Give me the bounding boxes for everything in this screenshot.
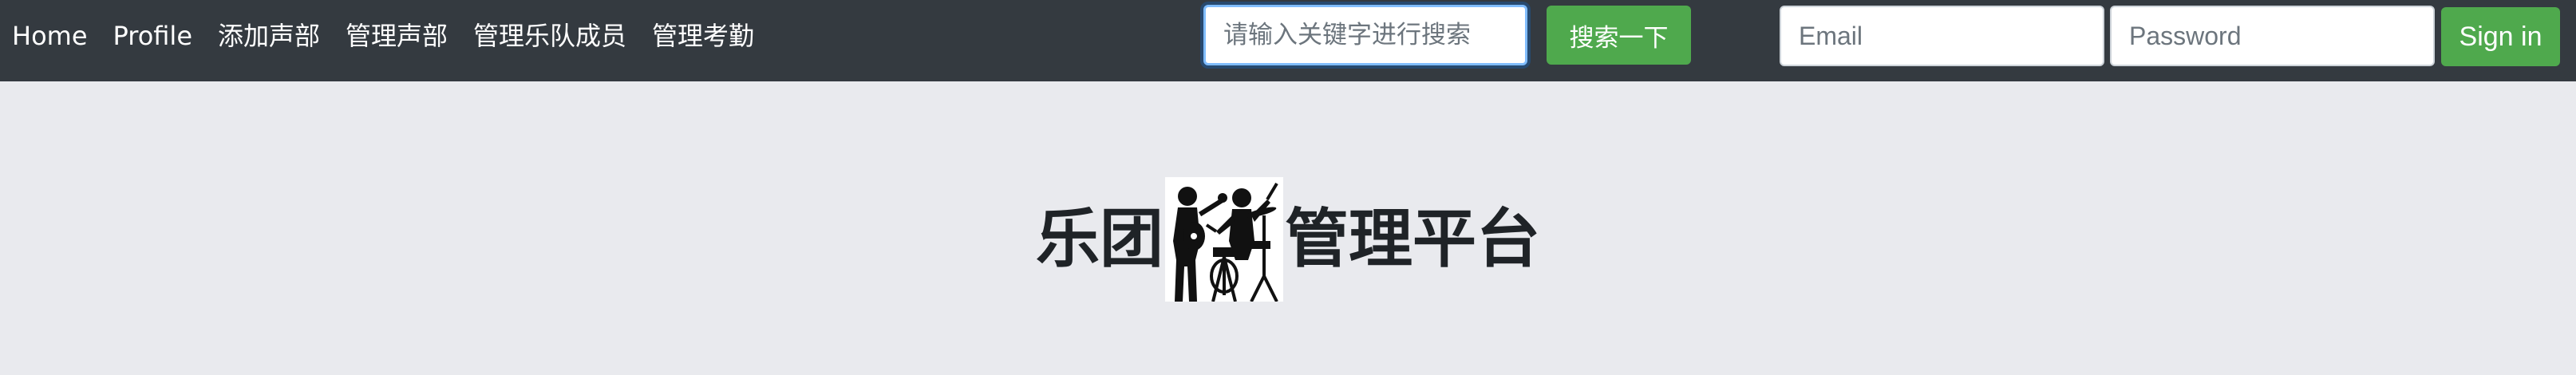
nav-manage-attendance-link[interactable]: 管理考勤 bbox=[652, 0, 754, 72]
top-navbar: Home Profile 添加声部 管理声部 管理乐队成员 管理考勤 搜索一下 … bbox=[0, 0, 2576, 81]
password-field[interactable] bbox=[2110, 6, 2435, 66]
search-button[interactable]: 搜索一下 bbox=[1547, 6, 1691, 65]
nav-links: Home Profile 添加声部 管理声部 管理乐队成员 管理考勤 bbox=[0, 0, 754, 72]
nav-manage-sections-link[interactable]: 管理声部 bbox=[346, 0, 448, 72]
title-suffix: 管理平台 bbox=[1285, 202, 1540, 276]
page-title: 乐团 管理平台 bbox=[0, 177, 2576, 302]
nav-manage-members-link[interactable]: 管理乐队成员 bbox=[473, 0, 626, 72]
search-input[interactable] bbox=[1203, 5, 1527, 65]
band-musicians-icon bbox=[1165, 177, 1283, 302]
nav-profile-link[interactable]: Profile bbox=[113, 0, 193, 72]
sign-in-button[interactable]: Sign in bbox=[2441, 7, 2560, 66]
nav-home-link[interactable]: Home bbox=[12, 0, 88, 72]
title-prefix: 乐团 bbox=[1036, 202, 1164, 276]
nav-add-section-link[interactable]: 添加声部 bbox=[218, 0, 320, 72]
email-field[interactable] bbox=[1780, 6, 2104, 66]
